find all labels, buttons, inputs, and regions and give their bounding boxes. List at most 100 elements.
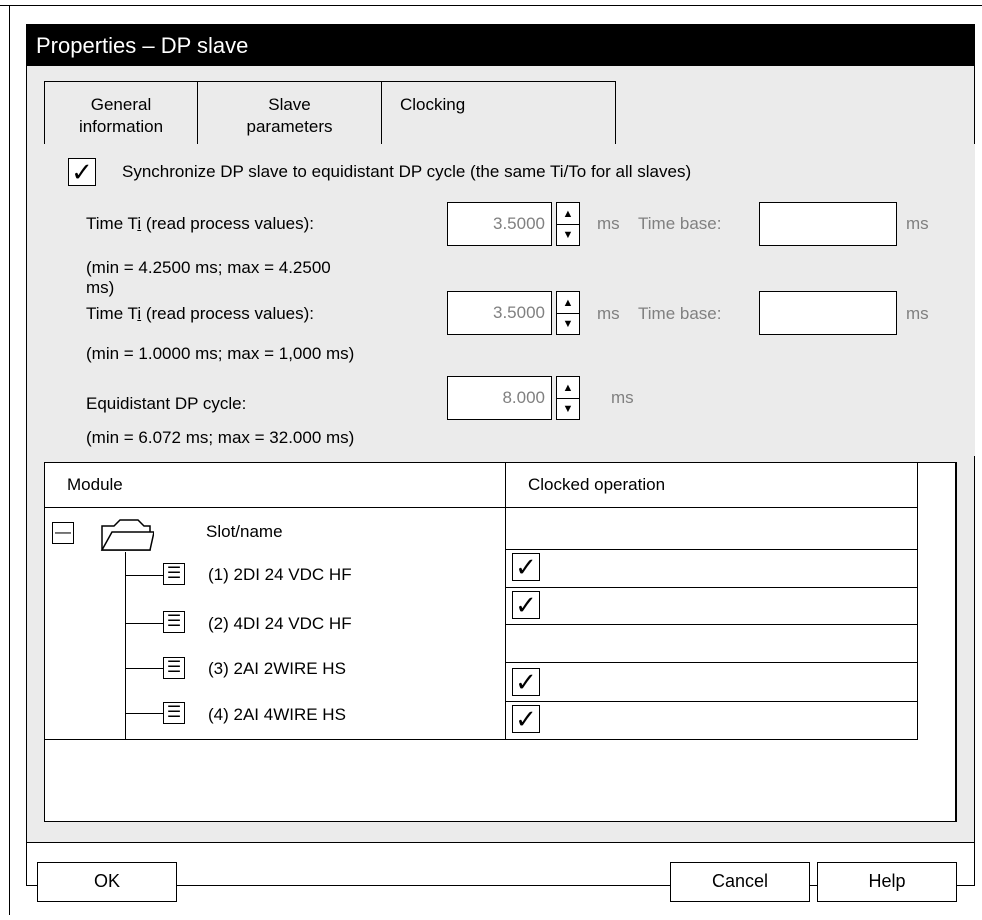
clocked-row-sep [505, 701, 918, 702]
module-icon: ☰ [163, 563, 185, 585]
button-bar-top-border [27, 842, 975, 843]
header-extra-divider [956, 462, 957, 822]
ti1-time-base-field[interactable] [759, 202, 897, 246]
column-header-clocked-label: Clocked operation [528, 475, 666, 494]
clocked-checkbox[interactable]: ✓ [512, 591, 540, 619]
spin-up-glyph: ▲ [562, 207, 574, 220]
cycle-range: (min = 6.072 ms; max = 32.000 ms) [86, 428, 355, 447]
clocked-checkbox[interactable]: ✓ [512, 553, 540, 581]
ti2-range: (min = 1.0000 ms; max = 1,000 ms) [86, 344, 355, 363]
tree-branch [125, 575, 163, 576]
ti1-time-base-unit: ms [906, 214, 929, 233]
spin-down-glyph: ▼ [562, 228, 574, 241]
column-header-module[interactable]: Module [44, 462, 506, 508]
sync-checkbox[interactable]: ✓ [68, 158, 96, 186]
ti1-time-base-label: Time base: [638, 214, 722, 233]
ti1-unit: ms [597, 214, 620, 233]
column-header-clocked[interactable]: Clocked operation [505, 462, 918, 508]
ti2-time-base-field[interactable] [759, 291, 897, 335]
ti2-time-base-label: Time base: [638, 304, 722, 323]
spin-up-glyph: ▲ [562, 381, 574, 394]
tab-clocking-label: Clocking [400, 95, 466, 114]
clocked-row-sep [505, 662, 918, 663]
ti1-label-prefix: Time T [86, 214, 138, 233]
ti2-spinner[interactable]: ▲ ▼ [556, 291, 580, 335]
clocked-row-sep [505, 624, 918, 625]
checkmark-icon: ✓ [71, 157, 93, 187]
tab-slave-line1: Slave [268, 95, 311, 114]
module-icon: ☰ [163, 657, 185, 679]
window-title: Properties – DP slave [36, 33, 249, 58]
ti1-value-field[interactable]: 3.5000 [447, 202, 552, 246]
clocked-row-sep [505, 587, 918, 588]
cycle-value: 8.000 [502, 388, 545, 407]
module-table [44, 462, 956, 822]
clocked-checkbox[interactable]: ✓ [512, 668, 540, 696]
ok-button-label: OK [93, 871, 120, 891]
checkmark-icon: ✓ [515, 704, 537, 734]
module-glyph: ☰ [166, 704, 182, 721]
page-border-top [0, 5, 982, 6]
ti1-label: Time Ti (read process values): [86, 214, 314, 234]
tab-slave-parameters[interactable]: Slave parameters [197, 81, 382, 144]
table-row-label[interactable]: (3) 2AI 2WIRE HS [208, 659, 346, 679]
ti2-label: Time Ti (read process values): [86, 304, 314, 324]
ti2-value-field[interactable]: 3.5000 [447, 291, 552, 335]
tab-general-information[interactable]: General information [44, 81, 198, 144]
cancel-button-label: Cancel [711, 871, 769, 891]
table-row-label[interactable]: (2) 4DI 24 VDC HF [208, 614, 352, 634]
spin-down-icon[interactable]: ▼ [557, 313, 579, 334]
title-bar: Properties – DP slave [27, 25, 974, 66]
spin-up-glyph: ▲ [562, 296, 574, 309]
table-row-label[interactable]: (1) 2DI 24 VDC HF [208, 565, 352, 585]
tree-root-label[interactable]: Slot/name [206, 522, 283, 542]
tab-slave-line2: parameters [246, 117, 333, 136]
tab-clocking[interactable]: Clocking [381, 81, 616, 145]
module-icon: ☰ [163, 702, 185, 724]
table-row-label[interactable]: (4) 2AI 4WIRE HS [208, 705, 346, 725]
module-glyph: ☰ [166, 565, 182, 582]
page-border-left [9, 5, 10, 915]
tree-vertical-connector [125, 552, 126, 740]
tree-branch [125, 713, 163, 714]
spin-down-glyph: ▼ [562, 317, 574, 330]
ti1-spinner[interactable]: ▲ ▼ [556, 202, 580, 246]
sync-label: Synchronize DP slave to equidistant DP c… [122, 162, 692, 181]
ti2-value: 3.5000 [493, 303, 545, 322]
ti2-label-suffix: (read process values): [141, 304, 315, 323]
spin-down-icon[interactable]: ▼ [557, 398, 579, 419]
checkmark-icon: ✓ [515, 667, 537, 697]
ti1-label-suffix: (read process values): [141, 214, 315, 233]
help-button-label: Help [868, 871, 906, 891]
collapse-glyph: — [55, 524, 71, 541]
spin-up-icon[interactable]: ▲ [557, 377, 579, 399]
spin-down-icon[interactable]: ▼ [557, 224, 579, 245]
tab-general-line1: General [90, 95, 152, 114]
table-content-bottom [44, 739, 918, 740]
cycle-unit: ms [611, 388, 634, 407]
spin-up-icon[interactable]: ▲ [557, 292, 579, 314]
cancel-button[interactable]: Cancel [670, 862, 810, 902]
spin-up-icon[interactable]: ▲ [557, 203, 579, 225]
module-glyph: ☰ [166, 659, 182, 676]
tree-branch [125, 623, 163, 624]
module-icon: ☰ [163, 611, 185, 633]
tab-general-line2: information [78, 117, 164, 136]
ti1-range-line1: (min = 4.2500 ms; max = 4.2500 [86, 258, 331, 277]
help-button[interactable]: Help [817, 862, 957, 902]
ti1-value: 3.5000 [493, 214, 545, 233]
ti2-label-prefix: Time T [86, 304, 138, 323]
module-glyph: ☰ [166, 613, 182, 630]
clocked-checkbox[interactable]: ✓ [512, 705, 540, 733]
tree-branch [125, 668, 163, 669]
table-right-outer [974, 462, 975, 842]
spin-down-glyph: ▼ [562, 402, 574, 415]
cycle-value-field[interactable]: 8.000 [447, 376, 552, 420]
ti2-time-base-unit: ms [906, 304, 929, 323]
collapse-icon[interactable]: — [52, 522, 74, 544]
clocked-row-sep [505, 549, 918, 550]
cycle-label: Equidistant DP cycle: [86, 394, 247, 413]
ok-button[interactable]: OK [37, 862, 177, 902]
ti1-range-line2: ms) [86, 278, 115, 297]
cycle-spinner[interactable]: ▲ ▼ [556, 376, 580, 420]
